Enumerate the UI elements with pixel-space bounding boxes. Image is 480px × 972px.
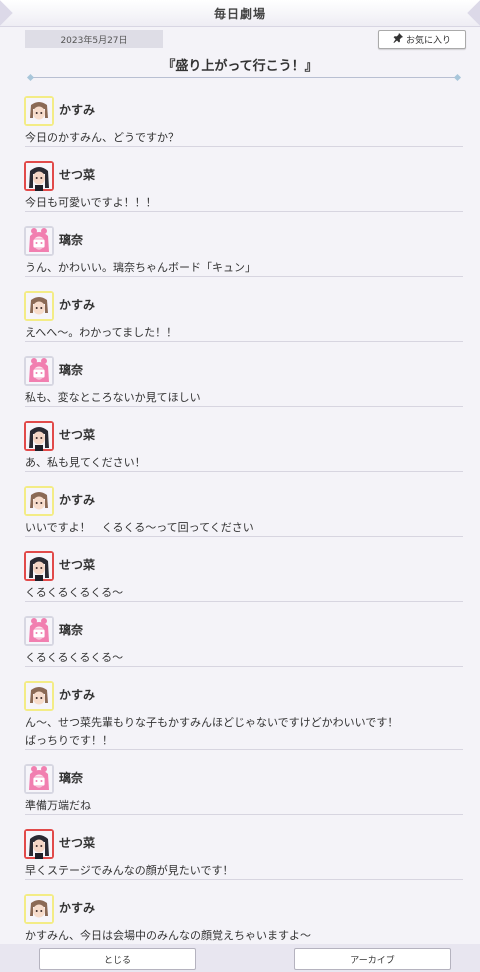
avatar-rina	[24, 764, 54, 794]
speaker-name: かすみ	[59, 103, 96, 117]
favorite-button-label: お気に入り	[405, 36, 451, 46]
archive-button[interactable]: アーカイブ	[294, 948, 451, 970]
line-separator	[25, 814, 463, 815]
avatar-setsuna	[24, 161, 54, 191]
dialogue-line: せつ菜くるくるくるくる～	[0, 549, 480, 614]
dialogue-text: うん、かわいい。璃奈ちゃんボード「キュン」	[25, 261, 256, 274]
dialogue-text: 今日のかすみん、どうですか？	[25, 131, 179, 144]
dialogue-text: くるくるくるくる～	[25, 651, 124, 664]
avatar-kasumi	[24, 291, 54, 321]
speaker-name: 璃奈	[59, 771, 84, 785]
avatar-kasumi	[24, 894, 54, 924]
close-button[interactable]: とじる	[39, 948, 196, 970]
dialogue-text: えへへ～。わかってました！！	[25, 326, 178, 339]
dialogue-line: せつ菜早くステージでみんなの顔が見たいです！	[0, 827, 480, 892]
title-bar-decoration-right	[467, 0, 480, 26]
line-separator	[25, 536, 463, 537]
dialogue-line: 璃奈私も、変なところないか見てほしい	[0, 354, 480, 419]
avatar-setsuna	[24, 829, 54, 859]
dialogue-line: 璃奈準備万端だね	[0, 762, 480, 827]
speaker-name: かすみ	[59, 688, 96, 702]
dialogue-text: あ、私も見てください！	[25, 456, 146, 469]
avatar-kasumi	[24, 681, 54, 711]
line-separator	[25, 146, 463, 147]
speaker-name: せつ菜	[59, 428, 96, 442]
pin-icon	[393, 33, 403, 46]
dialogue-list[interactable]: かすみ 今日のかすみん、どうですか？ せつ菜 今日も可愛いですよ！！！ 璃奈 うん、か…	[0, 94, 480, 957]
dialogue-text: いいですよ！ くるくる～って回ってください	[25, 521, 254, 534]
avatar-rina	[24, 616, 54, 646]
dialogue-line: かすみいいですよ！ くるくる～って回ってください	[0, 484, 480, 549]
dialogue-text: くるくるくるくる～	[25, 586, 124, 599]
dialogue-line: かすみ今日のかすみん、どうですか？	[0, 94, 480, 159]
dialogue-line: せつ菜今日も可愛いですよ！！！	[0, 159, 480, 224]
speaker-name: 璃奈	[59, 233, 84, 247]
line-separator	[25, 666, 463, 667]
dialogue-text: かすみん、今日は会場中のみんなの顔覚えちゃいますよ～	[25, 929, 311, 942]
speaker-name: せつ菜	[59, 836, 96, 850]
avatar-kasumi	[24, 486, 54, 516]
avatar-kasumi	[24, 96, 54, 126]
dialogue-line: 璃奈くるくるくるくる～	[0, 614, 480, 679]
line-separator	[25, 406, 463, 407]
line-separator	[25, 879, 463, 880]
line-separator	[25, 471, 463, 472]
speaker-name: かすみ	[59, 493, 96, 507]
page-title: 毎日劇場	[213, 6, 266, 21]
title-bar: 毎日劇場	[0, 0, 480, 27]
speaker-name: 璃奈	[59, 363, 84, 377]
dialogue-text: ん～、せつ菜先輩もりな子もかすみんほどじゃないですけどかわいいです！ ばっちりです…	[25, 716, 399, 747]
line-separator	[25, 749, 463, 750]
episode-title: 『盛り上がって行こう！』	[162, 59, 318, 74]
avatar-setsuna	[24, 421, 54, 451]
avatar-rina	[24, 226, 54, 256]
dialogue-line: かすみん～、せつ菜先輩もりな子もかすみんほどじゃないですけどかわいいです！ ばっち…	[0, 679, 480, 762]
line-separator	[25, 276, 463, 277]
title-divider	[26, 73, 462, 82]
date-label: 2023年5月27日	[25, 30, 163, 48]
dialogue-text: 準備万端だね	[25, 799, 91, 812]
dialogue-line: かすみえへへ～。わかってました！！	[0, 289, 480, 354]
dialogue-line: 璃奈うん、かわいい。璃奈ちゃんボード「キュン」	[0, 224, 480, 289]
dialogue-text: 早くステージでみんなの顔が見たいです！	[25, 864, 234, 877]
speaker-name: せつ菜	[59, 168, 96, 182]
speaker-name: かすみ	[59, 298, 96, 312]
speaker-name: 璃奈	[59, 623, 84, 637]
speaker-name: せつ菜	[59, 558, 96, 572]
line-separator	[25, 601, 463, 602]
avatar-rina	[24, 356, 54, 386]
title-bar-decoration-left	[0, 0, 13, 26]
dialogue-text: 私も、変なところないか見てほしい	[25, 391, 201, 404]
line-separator	[25, 211, 463, 212]
line-separator	[25, 341, 463, 342]
avatar-setsuna	[24, 551, 54, 581]
dialogue-text: 今日も可愛いですよ！！！	[25, 196, 157, 209]
dialogue-line: せつ菜あ、私も見てください！	[0, 419, 480, 484]
favorite-button[interactable]: お気に入り	[378, 30, 466, 49]
speaker-name: かすみ	[59, 901, 96, 915]
